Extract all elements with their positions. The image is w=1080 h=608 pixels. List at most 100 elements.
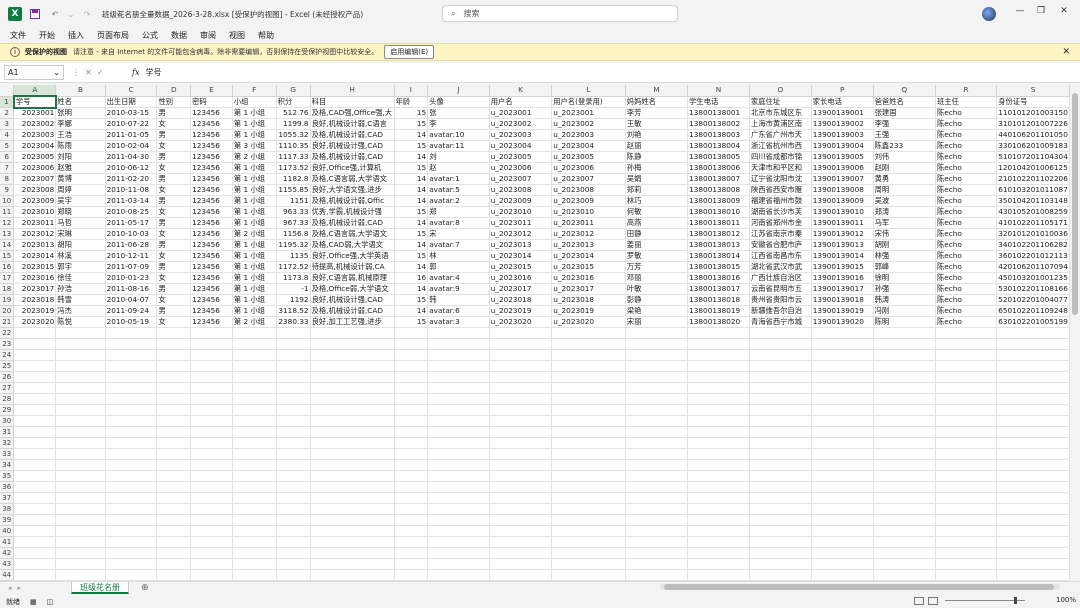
cell[interactable]: 彭静 xyxy=(625,294,689,306)
cell[interactable] xyxy=(996,492,1070,504)
cell[interactable] xyxy=(489,371,553,383)
cell[interactable]: 第 1 小组 xyxy=(232,283,277,295)
cell[interactable]: 身份证号 xyxy=(996,96,1070,108)
cell[interactable] xyxy=(551,525,626,537)
cell[interactable]: 13800138005 xyxy=(687,151,750,163)
cell[interactable]: 14 xyxy=(394,217,429,229)
cell[interactable] xyxy=(551,404,626,416)
cell[interactable]: 黄勇 xyxy=(873,173,936,185)
cell[interactable]: 1156.8 xyxy=(276,228,311,240)
cell[interactable] xyxy=(687,393,750,405)
cell[interactable]: 第 1 小组 xyxy=(232,162,277,174)
cell[interactable]: 13900139012 xyxy=(811,228,874,240)
cell[interactable] xyxy=(232,371,277,383)
row-header[interactable]: 38 xyxy=(0,503,15,515)
cell[interactable]: 爸爸姓名 xyxy=(873,96,936,108)
cell[interactable] xyxy=(625,459,689,471)
cell[interactable]: 13800138019 xyxy=(687,305,750,317)
cell[interactable] xyxy=(394,514,429,526)
cell[interactable] xyxy=(625,327,689,339)
cell[interactable]: 第 2 小组 xyxy=(232,228,277,240)
column-header[interactable]: I xyxy=(394,85,429,97)
cell[interactable] xyxy=(276,525,311,537)
cell[interactable] xyxy=(310,415,395,427)
cell[interactable]: 1182.8 xyxy=(276,173,311,185)
row-header[interactable]: 43 xyxy=(0,558,15,570)
column-header[interactable]: R xyxy=(935,85,998,97)
cell[interactable] xyxy=(489,503,553,515)
cell[interactable]: 2023014 xyxy=(13,250,57,262)
cell[interactable]: 陈echo xyxy=(935,228,998,240)
cell[interactable]: 123456 xyxy=(190,294,233,306)
cell[interactable] xyxy=(687,492,750,504)
cell[interactable]: 14 xyxy=(394,151,429,163)
cell[interactable]: 2010-12-11 xyxy=(105,250,158,262)
cell[interactable] xyxy=(551,371,626,383)
row-header[interactable]: 8 xyxy=(0,173,15,185)
cell[interactable]: 陈echo xyxy=(935,305,998,317)
formula-content[interactable]: 学号 xyxy=(145,67,161,78)
cell[interactable]: 2023009 xyxy=(13,195,57,207)
cell[interactable] xyxy=(427,536,490,548)
cell[interactable] xyxy=(873,393,936,405)
cell[interactable]: 周婷 xyxy=(55,184,106,196)
cell[interactable]: 2011-05-17 xyxy=(105,217,158,229)
cell[interactable] xyxy=(427,503,490,515)
cell[interactable] xyxy=(13,470,57,482)
cell[interactable]: 科目 xyxy=(310,96,395,108)
cell[interactable] xyxy=(156,415,192,427)
cell[interactable]: 13800138002 xyxy=(687,118,750,130)
cell[interactable]: u_2023012 xyxy=(551,228,626,240)
cell[interactable]: u_2023010 xyxy=(551,206,626,218)
cell[interactable]: 440106201101050 xyxy=(996,129,1070,141)
cell[interactable]: avatar:3 xyxy=(427,316,490,328)
cell[interactable] xyxy=(625,404,689,416)
cell[interactable] xyxy=(489,470,553,482)
cell[interactable]: 男 xyxy=(156,173,192,185)
cell[interactable]: 2011-02-20 xyxy=(105,173,158,185)
cell[interactable] xyxy=(687,371,750,383)
cell[interactable] xyxy=(276,503,311,515)
cell[interactable] xyxy=(625,558,689,570)
cell[interactable] xyxy=(749,371,812,383)
cell[interactable] xyxy=(232,349,277,361)
cell[interactable]: 13800138003 xyxy=(687,129,750,141)
cell[interactable] xyxy=(310,470,395,482)
cell[interactable] xyxy=(811,448,874,460)
cell[interactable] xyxy=(13,327,57,339)
cell[interactable]: 及格,机械设计弱,CAD xyxy=(310,217,395,229)
cell[interactable]: 叶敏 xyxy=(625,283,689,295)
cell[interactable] xyxy=(156,536,192,548)
horizontal-scroll-thumb[interactable] xyxy=(664,584,1054,590)
cell[interactable] xyxy=(105,393,158,405)
cell[interactable]: 胡刚 xyxy=(873,239,936,251)
cell[interactable] xyxy=(105,492,158,504)
cell[interactable] xyxy=(489,393,553,405)
cell[interactable]: 年龄 xyxy=(394,96,429,108)
cell[interactable] xyxy=(489,492,553,504)
column-header[interactable]: K xyxy=(489,85,553,97)
cell[interactable]: 男 xyxy=(156,107,192,119)
cell[interactable] xyxy=(996,569,1070,581)
cell[interactable] xyxy=(489,437,553,449)
cell[interactable]: 女 xyxy=(156,184,192,196)
cell[interactable] xyxy=(13,393,57,405)
cell[interactable]: 410102201105171 xyxy=(996,217,1070,229)
cell[interactable]: 第 3 小组 xyxy=(232,140,277,152)
cell[interactable] xyxy=(276,338,311,350)
column-header[interactable]: F xyxy=(232,85,277,97)
cell[interactable]: 王浩 xyxy=(55,129,106,141)
cell[interactable] xyxy=(427,547,490,559)
cell[interactable] xyxy=(935,360,998,372)
cell[interactable]: 陈echo xyxy=(935,173,998,185)
cell[interactable] xyxy=(55,327,106,339)
cell[interactable] xyxy=(687,503,750,515)
cell[interactable]: 2023005 xyxy=(13,151,57,163)
column-header[interactable]: H xyxy=(310,85,395,97)
cell[interactable] xyxy=(13,492,57,504)
cell[interactable] xyxy=(13,569,57,581)
menu-page-layout[interactable]: 页面布局 xyxy=(97,30,129,41)
cell[interactable]: avatar:2 xyxy=(427,195,490,207)
cell[interactable] xyxy=(749,481,812,493)
cell[interactable] xyxy=(551,349,626,361)
